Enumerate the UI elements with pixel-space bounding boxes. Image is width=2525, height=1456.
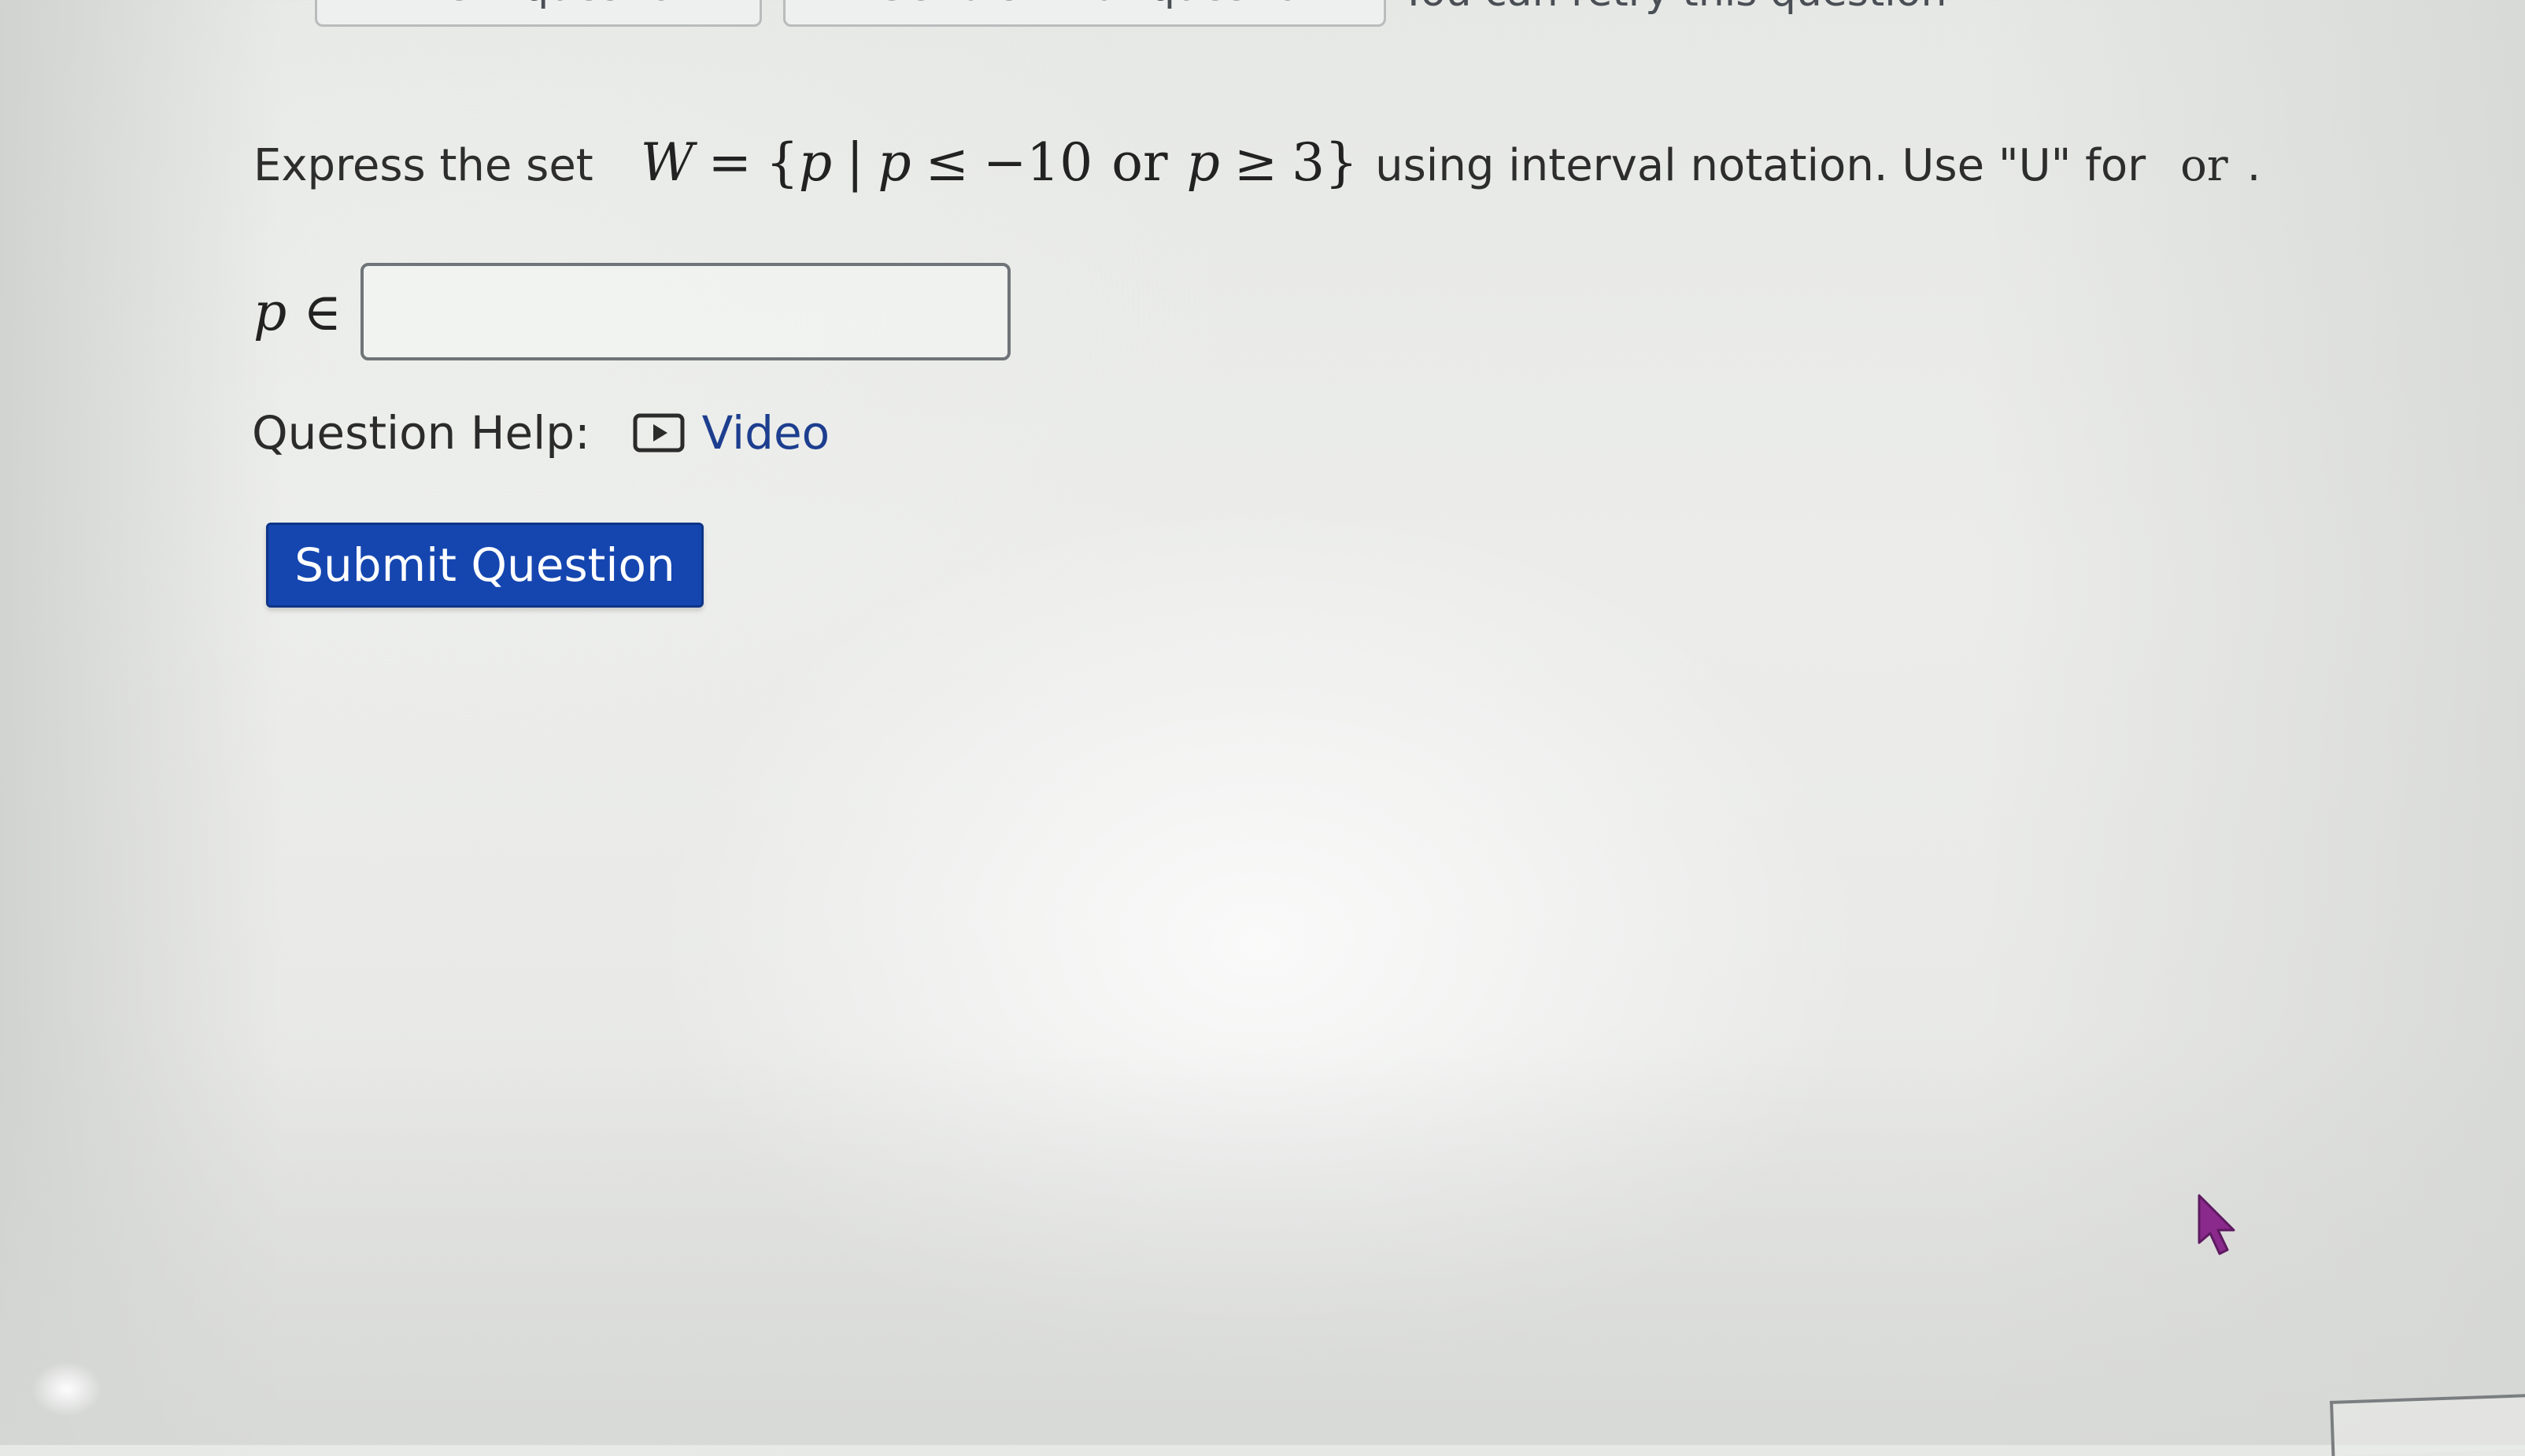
- leq-sign: ≤: [925, 132, 969, 193]
- element-of-symbol: ∈: [303, 281, 342, 342]
- answer-label: p ∈: [253, 282, 342, 342]
- video-link-label: Video: [701, 406, 830, 460]
- background-shading-bottom: [0, 1051, 2525, 1445]
- question-help-label: Question Help:: [252, 406, 590, 460]
- next-question-label: Next question: [415, 0, 700, 10]
- background-shading-left: [0, 0, 283, 1445]
- set-name: W: [640, 132, 694, 193]
- bound-three: 3: [1292, 132, 1325, 193]
- trailing-period: .: [2246, 140, 2261, 191]
- set-variable: p: [798, 132, 833, 193]
- question-tail: using interval notation. Use "U" for: [1375, 140, 2146, 191]
- similar-question-button[interactable]: ↩ Get a similar question: [783, 0, 1386, 27]
- background-shading-right: [1974, 0, 2525, 1445]
- question-lead: Express the set: [253, 140, 593, 191]
- or-word: or: [1111, 132, 1168, 193]
- geq-sign: ≥: [1233, 132, 1278, 193]
- next-question-button[interactable]: → Next question: [315, 0, 762, 27]
- arrow-right-icon: →: [364, 0, 399, 10]
- corner-box-edge: [2330, 1393, 2525, 1456]
- similar-question-label: Get a similar question: [875, 0, 1326, 10]
- return-arrow-icon: ↩: [825, 0, 860, 10]
- submit-question-button[interactable]: Submit Question: [266, 523, 704, 608]
- condition-variable-2: p: [1186, 132, 1220, 193]
- close-brace: }: [1325, 132, 1359, 193]
- bound-negative-ten: −10: [982, 132, 1093, 193]
- equals-sign: =: [708, 132, 752, 193]
- or-trail-word: or: [2180, 140, 2228, 191]
- question-help: Question Help: Video: [252, 406, 830, 460]
- video-help-link[interactable]: Video: [633, 406, 830, 460]
- mouse-pointer-icon: [2198, 1194, 2235, 1255]
- open-brace: {: [765, 132, 799, 193]
- screen-glare: [31, 1362, 102, 1417]
- retry-note: You can retry this question: [1401, 0, 1946, 16]
- set-expression: W = {p | p ≤ −10 or p ≥3}: [641, 132, 1358, 193]
- such-that-bar: |: [846, 132, 864, 193]
- video-play-icon: [633, 413, 685, 453]
- answer-variable: p: [253, 281, 287, 342]
- interval-answer-input[interactable]: [360, 263, 1011, 360]
- condition-variable-1: p: [878, 132, 911, 193]
- question-text: Express the set W = {p | p ≤ −10 or p ≥3} using i…: [253, 132, 2261, 193]
- answer-row: p ∈: [253, 263, 1011, 360]
